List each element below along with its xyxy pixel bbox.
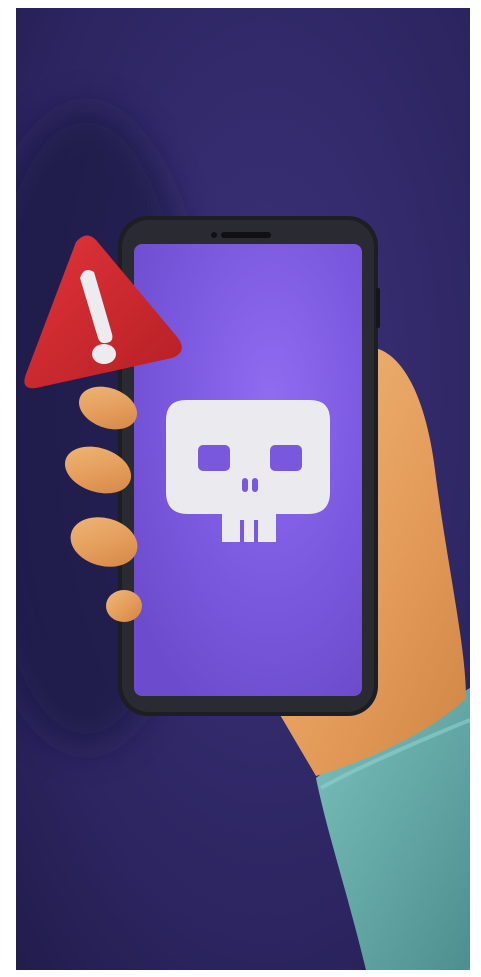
scene-illustration	[16, 8, 470, 970]
exclamation-dot	[92, 344, 116, 364]
phone-speaker	[221, 232, 271, 238]
photo-frame	[16, 8, 470, 970]
phone-camera	[211, 232, 217, 238]
phone-side-button	[376, 288, 380, 328]
phone	[118, 216, 380, 716]
